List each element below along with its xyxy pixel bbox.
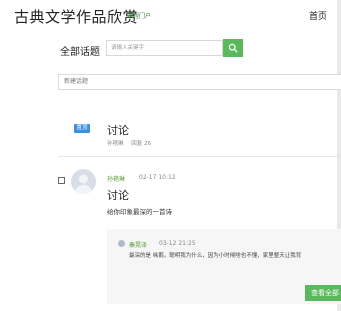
divider [58, 156, 341, 157]
post-author[interactable]: 孙艳琳 [107, 174, 125, 183]
top-bar: 古典文学作品欣赏 课程门户 首页 [0, 0, 341, 30]
user-avatar-icon [75, 174, 92, 194]
reply-date: 03-12 21:25 [159, 240, 196, 247]
view-all-button[interactable]: 查看全部 [305, 285, 341, 301]
post-body: 给你印象最深的一首诗 [107, 208, 172, 216]
course-portal-link[interactable]: 课程门户 [127, 11, 151, 20]
site-title: 古典文学作品欣赏 [14, 8, 139, 26]
avatar [71, 169, 96, 194]
post-title[interactable]: 讨论 [107, 187, 129, 203]
search-input[interactable]: 请输入关键字 [106, 40, 223, 56]
search-icon [228, 43, 238, 53]
new-topic-input[interactable]: 新建话题 [58, 74, 341, 90]
pinned-topic-author: 孙艳琳 [107, 141, 124, 147]
pinned-topic-meta: 孙艳琳 回复 26 [107, 139, 151, 147]
pinned-topic-title[interactable]: 讨论 [107, 122, 129, 138]
select-checkbox[interactable] [58, 177, 65, 184]
reply-text: 最深的是 咏鹅，聪明我为什么，因为小时候啥也不懂，家里整天让我背 [129, 253, 302, 259]
pinned-topic-reply-count: 回复 26 [131, 141, 152, 147]
nav-home-link[interactable]: 首页 [309, 9, 327, 22]
topic-filter-label: 全部话题 [60, 47, 100, 58]
reply-avatar-icon [118, 240, 125, 247]
post-date: 02-17 10:12 [139, 174, 176, 181]
search-button[interactable] [223, 39, 243, 57]
reply-author[interactable]: 秦晃泽 [129, 240, 147, 249]
pinned-badge: 置顶 [74, 124, 90, 133]
